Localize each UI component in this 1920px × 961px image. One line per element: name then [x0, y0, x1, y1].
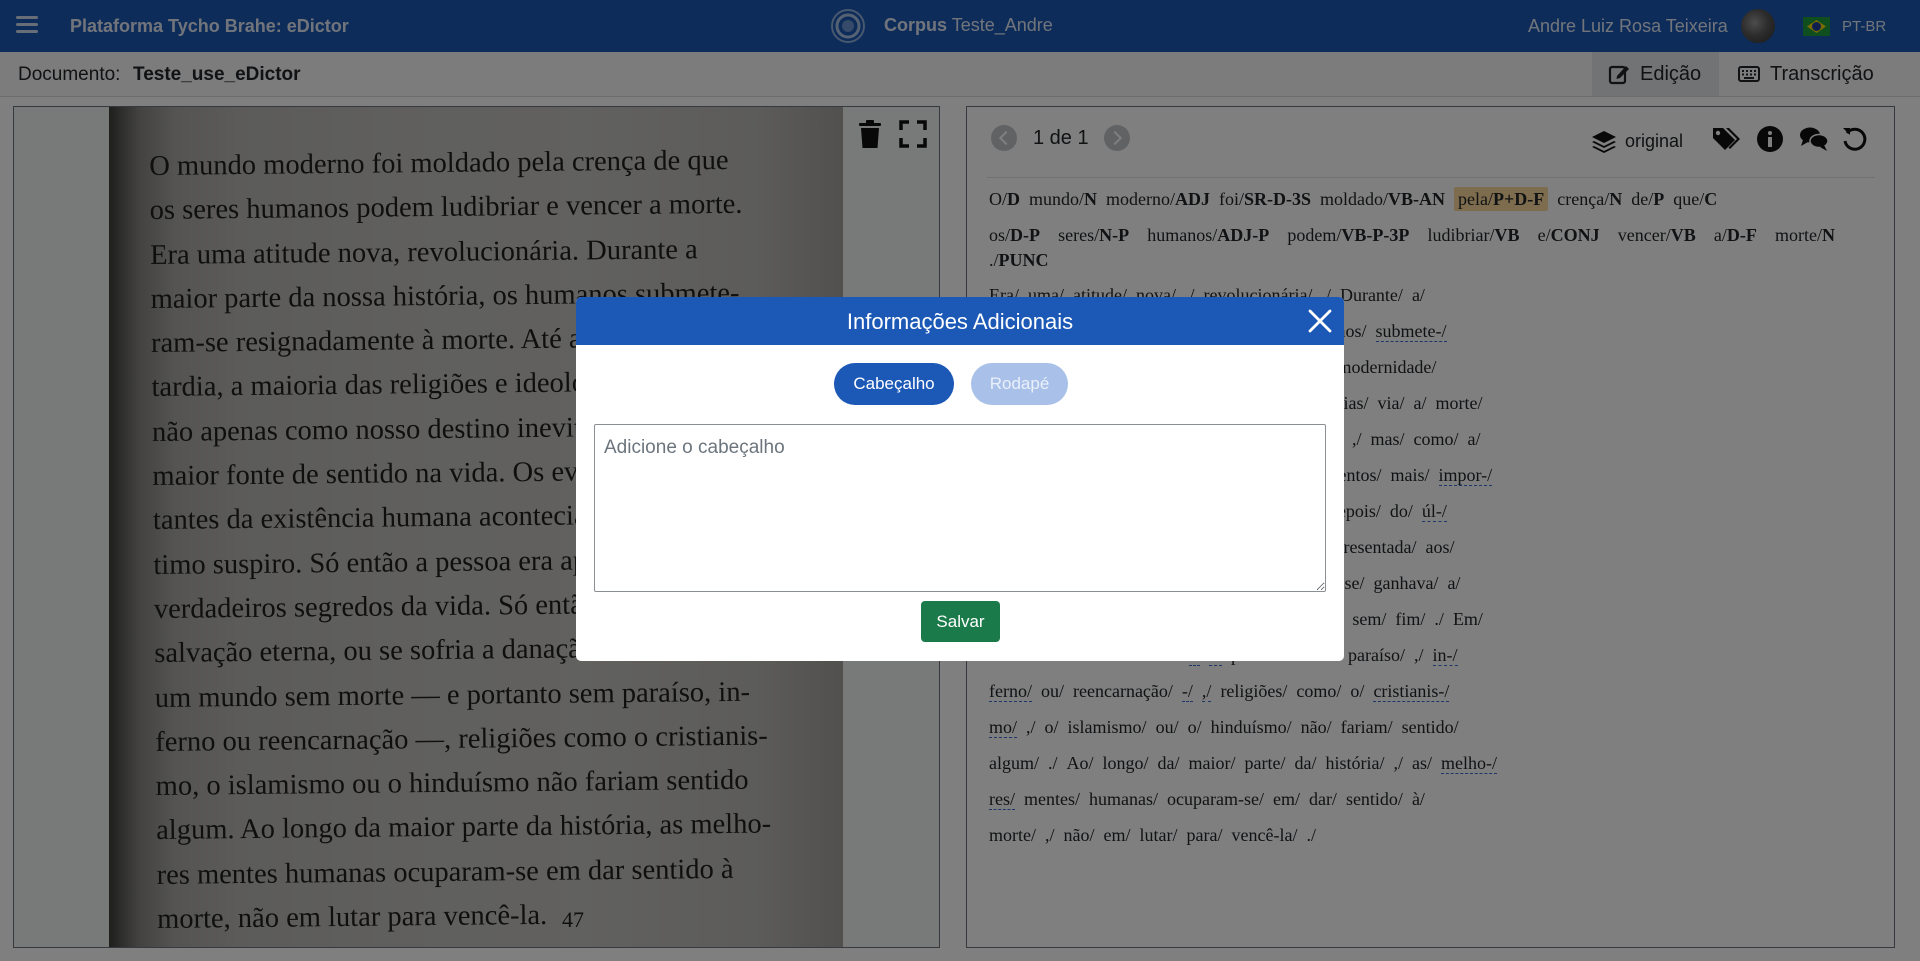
- modal-header: Informações Adicionais: [576, 297, 1344, 345]
- modal-title: Informações Adicionais: [846, 309, 1074, 334]
- header-textarea[interactable]: [594, 424, 1326, 592]
- header-tab-button[interactable]: Cabeçalho: [834, 363, 954, 405]
- close-icon[interactable]: [1307, 308, 1333, 334]
- footer-tab-button[interactable]: Rodapé: [971, 363, 1068, 405]
- save-button[interactable]: Salvar: [921, 601, 1000, 642]
- additional-info-modal: Informações Adicionais Cabeçalho Rodapé …: [576, 297, 1344, 661]
